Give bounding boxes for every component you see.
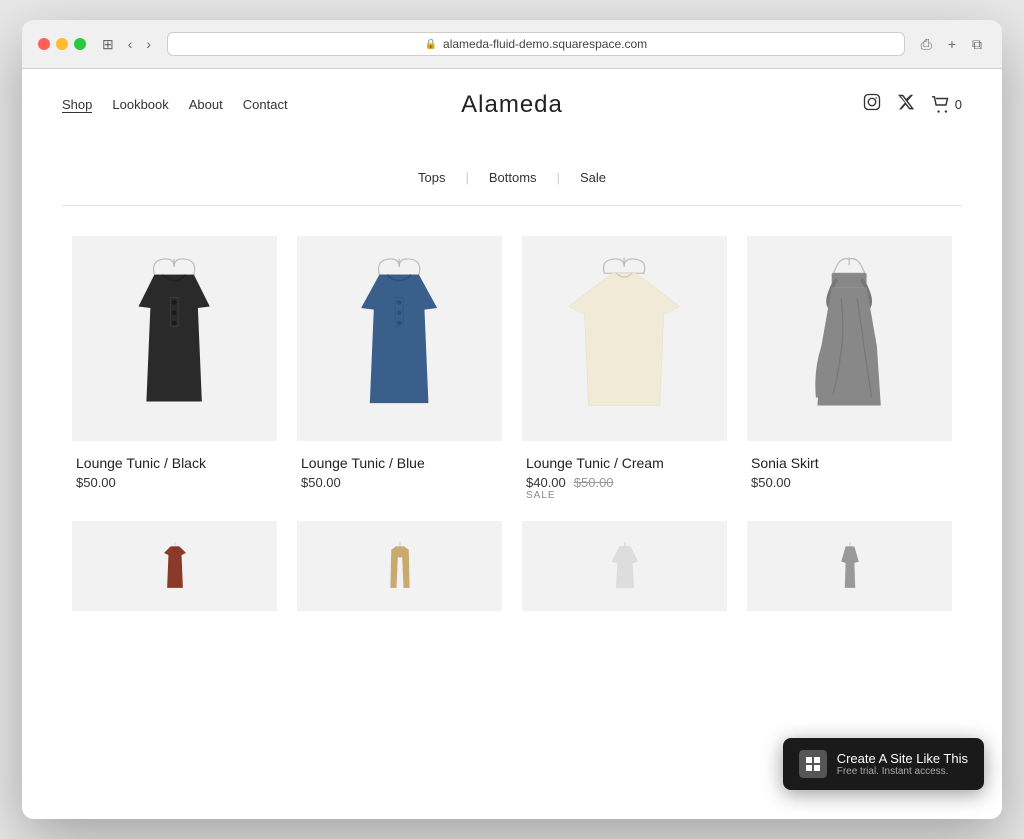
squarespace-banner[interactable]: Create A Site Like This Free trial. Inst… xyxy=(783,738,984,790)
main-nav: Shop Lookbook About Contact xyxy=(62,97,512,113)
filter-sale[interactable]: Sale xyxy=(560,170,626,185)
product-grid-bottom xyxy=(22,511,1002,611)
product-name-2: Lounge Tunic / Blue xyxy=(301,455,498,471)
traffic-lights xyxy=(38,38,86,50)
browser-chrome: ⊞ ‹ › 🔒 alameda-fluid-demo.squarespace.c… xyxy=(22,20,1002,69)
sale-price-3: $40.00 xyxy=(526,475,566,490)
banner-text: Create A Site Like This Free trial. Inst… xyxy=(837,751,968,777)
browser-actions: ⎙ + ⧉ xyxy=(917,34,986,55)
product-image-black-tunic xyxy=(72,236,277,441)
product-card-4[interactable]: Sonia Skirt $50.00 xyxy=(737,226,962,511)
nav-contact[interactable]: Contact xyxy=(243,97,288,113)
product-card-3[interactable]: Lounge Tunic / Cream $40.00 $50.00 SALE xyxy=(512,226,737,511)
price-value-2: $50.00 xyxy=(301,475,341,490)
product-info-3: Lounge Tunic / Cream $40.00 $50.00 SALE xyxy=(522,455,727,501)
partial-image-3 xyxy=(522,521,727,611)
partial-product-2[interactable] xyxy=(287,511,512,611)
product-info-4: Sonia Skirt $50.00 xyxy=(747,455,952,490)
site-header: Shop Lookbook About Contact Alameda xyxy=(22,69,1002,140)
windows-button[interactable]: ⧉ xyxy=(968,34,986,55)
back-button[interactable]: ‹ xyxy=(124,34,137,54)
partial-product-1[interactable] xyxy=(62,511,287,611)
product-image-blue-tunic xyxy=(297,236,502,441)
banner-subtitle: Free trial. Instant access. xyxy=(837,766,968,777)
sale-badge-3: SALE xyxy=(526,490,723,501)
instagram-icon[interactable] xyxy=(863,93,881,116)
product-price-3: $40.00 $50.00 xyxy=(526,475,723,490)
product-image-skirt xyxy=(747,236,952,441)
maximize-button[interactable] xyxy=(74,38,86,50)
product-name-3: Lounge Tunic / Cream xyxy=(526,455,723,471)
product-price-2: $50.00 xyxy=(301,475,498,490)
product-price-4: $50.00 xyxy=(751,475,948,490)
lock-icon: 🔒 xyxy=(425,39,437,50)
product-info-2: Lounge Tunic / Blue $50.00 xyxy=(297,455,502,490)
filter-bottoms[interactable]: Bottoms xyxy=(469,170,557,185)
product-card-2[interactable]: Lounge Tunic / Blue $50.00 xyxy=(287,226,512,511)
new-tab-button[interactable]: + xyxy=(944,34,960,54)
site-content: Shop Lookbook About Contact Alameda xyxy=(22,69,1002,819)
squarespace-logo xyxy=(799,750,827,778)
address-bar[interactable]: 🔒 alameda-fluid-demo.squarespace.com xyxy=(167,32,905,56)
cart-button[interactable]: 0 xyxy=(931,96,962,114)
product-name-1: Lounge Tunic / Black xyxy=(76,455,273,471)
browser-window: ⊞ ‹ › 🔒 alameda-fluid-demo.squarespace.c… xyxy=(22,20,1002,819)
forward-button[interactable]: › xyxy=(142,34,155,54)
nav-shop[interactable]: Shop xyxy=(62,97,92,113)
partial-image-4 xyxy=(747,521,952,611)
price-value-4: $50.00 xyxy=(751,475,791,490)
nav-right: 0 xyxy=(512,93,962,116)
browser-controls: ⊞ ‹ › xyxy=(98,34,155,55)
partial-product-3[interactable] xyxy=(512,511,737,611)
share-button[interactable]: ⎙ xyxy=(917,34,936,55)
product-grid: Lounge Tunic / Black $50.00 xyxy=(22,206,1002,511)
site-title: Alameda xyxy=(461,91,563,119)
url-text: alameda-fluid-demo.squarespace.com xyxy=(443,37,647,51)
nav-lookbook[interactable]: Lookbook xyxy=(112,97,168,113)
banner-title: Create A Site Like This xyxy=(837,751,968,766)
product-price-1: $50.00 xyxy=(76,475,273,490)
product-card-1[interactable]: Lounge Tunic / Black $50.00 xyxy=(62,226,287,511)
sidebar-toggle[interactable]: ⊞ xyxy=(98,34,118,55)
nav-about[interactable]: About xyxy=(189,97,223,113)
close-button[interactable] xyxy=(38,38,50,50)
partial-product-4[interactable] xyxy=(737,511,962,611)
partial-image-1 xyxy=(72,521,277,611)
product-info-1: Lounge Tunic / Black $50.00 xyxy=(72,455,277,490)
product-name-4: Sonia Skirt xyxy=(751,455,948,471)
original-price-3: $50.00 xyxy=(574,475,614,490)
cart-count: 0 xyxy=(955,97,962,112)
minimize-button[interactable] xyxy=(56,38,68,50)
filter-section: Tops | Bottoms | Sale xyxy=(22,140,1002,205)
twitter-icon[interactable] xyxy=(897,93,915,116)
filter-tops[interactable]: Tops xyxy=(398,170,465,185)
price-value-1: $50.00 xyxy=(76,475,116,490)
product-image-cream-tunic xyxy=(522,236,727,441)
partial-image-2 xyxy=(297,521,502,611)
